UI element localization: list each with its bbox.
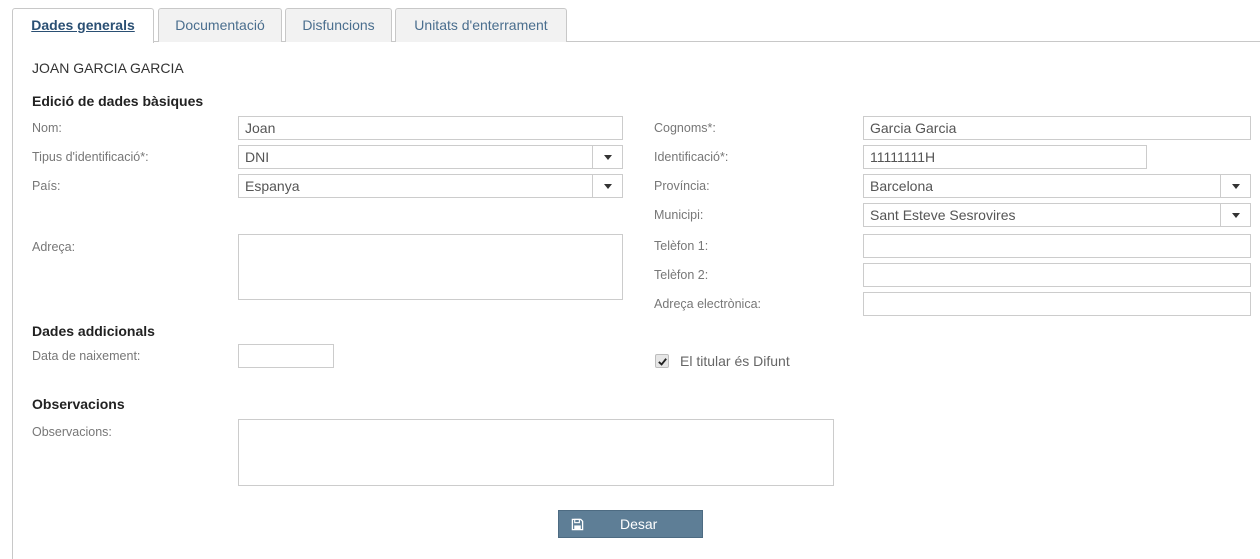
difunt-checkbox[interactable] bbox=[655, 354, 669, 368]
provincia-select[interactable]: Barcelona bbox=[863, 174, 1251, 198]
tab-bar: Dades generals Documentació Disfuncions … bbox=[12, 8, 1260, 43]
observacions-label: Observacions: bbox=[32, 425, 112, 439]
tipus-identificacio-label: Tipus d'identificació*: bbox=[32, 150, 149, 164]
caret-down-icon[interactable] bbox=[592, 175, 622, 197]
tab-unitats-enterrament[interactable]: Unitats d'enterrament bbox=[395, 8, 567, 42]
email-input[interactable] bbox=[863, 292, 1251, 316]
identificacio-input[interactable]: 11111111H bbox=[863, 145, 1147, 169]
section-title-observations: Observacions bbox=[32, 396, 125, 412]
municipi-label: Municipi: bbox=[654, 208, 704, 222]
tab-documentacio[interactable]: Documentació bbox=[158, 8, 282, 42]
telefon1-label: Telèfon 1: bbox=[654, 239, 709, 253]
email-label: Adreça electrònica: bbox=[654, 297, 762, 311]
cognoms-label: Cognoms*: bbox=[654, 121, 716, 135]
nom-label: Nom: bbox=[32, 121, 62, 135]
select-value: Sant Esteve Sesrovires bbox=[870, 207, 1016, 223]
tab-label: Dades generals bbox=[31, 17, 135, 33]
observacions-textarea[interactable] bbox=[238, 419, 834, 486]
naixement-label: Data de naixement: bbox=[32, 349, 141, 363]
tab-disfuncions[interactable]: Disfuncions bbox=[285, 8, 392, 42]
tab-label: Disfuncions bbox=[302, 17, 375, 33]
save-button-label: Desar bbox=[620, 516, 658, 532]
adreca-label: Adreça: bbox=[32, 240, 76, 254]
check-icon bbox=[657, 357, 667, 366]
select-value: Barcelona bbox=[870, 178, 934, 194]
tab-label: Unitats d'enterrament bbox=[414, 17, 548, 33]
tipus-identificacio-select[interactable]: DNI bbox=[238, 145, 623, 169]
person-name: JOAN GARCIA GARCIA bbox=[32, 60, 184, 76]
pais-select[interactable]: Espanya bbox=[238, 174, 623, 198]
save-button[interactable]: Desar bbox=[558, 510, 703, 538]
provincia-label: Província: bbox=[654, 179, 710, 193]
adreca-textarea[interactable] bbox=[238, 234, 623, 300]
cognoms-input[interactable]: Garcia Garcia bbox=[863, 116, 1251, 140]
select-value: DNI bbox=[245, 149, 270, 165]
pais-label: País: bbox=[32, 179, 61, 193]
caret-down-icon[interactable] bbox=[1220, 204, 1250, 226]
naixement-input[interactable] bbox=[238, 344, 334, 368]
municipi-select[interactable]: Sant Esteve Sesrovires bbox=[863, 203, 1251, 227]
difunt-label[interactable]: El titular és Difunt bbox=[680, 353, 790, 369]
identificacio-label: Identificació*: bbox=[654, 150, 729, 164]
caret-down-icon[interactable] bbox=[592, 146, 622, 168]
section-title-additional: Dades addicionals bbox=[32, 323, 155, 339]
section-title-basic: Edició de dades bàsiques bbox=[32, 93, 204, 109]
caret-down-icon[interactable] bbox=[1220, 175, 1250, 197]
tab-label: Documentació bbox=[175, 17, 265, 33]
floppy-disk-icon bbox=[570, 517, 584, 531]
telefon1-input[interactable] bbox=[863, 234, 1251, 258]
nom-input[interactable]: Joan bbox=[238, 116, 623, 140]
select-value: Espanya bbox=[245, 178, 300, 194]
telefon2-label: Telèfon 2: bbox=[654, 268, 709, 282]
telefon2-input[interactable] bbox=[863, 263, 1251, 287]
tab-dades-generals[interactable]: Dades generals bbox=[12, 8, 154, 43]
